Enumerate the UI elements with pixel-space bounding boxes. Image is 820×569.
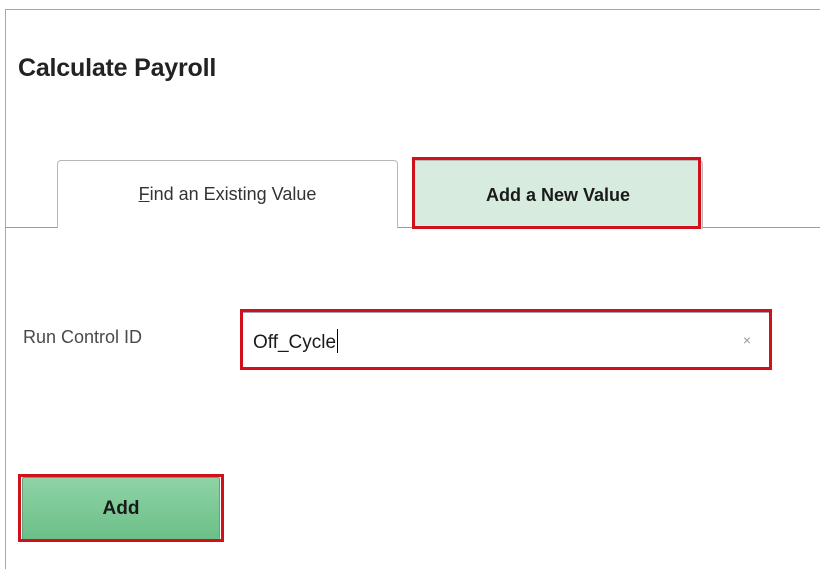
tab-add-new-value[interactable]: Add a New Value <box>413 160 703 229</box>
add-button[interactable]: Add <box>22 477 220 540</box>
run-control-id-label: Run Control ID <box>23 327 143 347</box>
clear-icon[interactable]: × <box>743 333 751 347</box>
page-title: Calculate Payroll <box>18 54 217 82</box>
tab-label: Find an Existing Value <box>138 184 317 204</box>
run-control-id-input[interactable]: Off_Cycle × <box>242 312 772 370</box>
run-control-id-value: Off_Cycle <box>253 329 339 354</box>
tab-label: Add a New Value <box>485 184 631 205</box>
tab-find-existing-value[interactable]: Find an Existing Value <box>57 160 398 228</box>
text-caret <box>337 329 339 353</box>
